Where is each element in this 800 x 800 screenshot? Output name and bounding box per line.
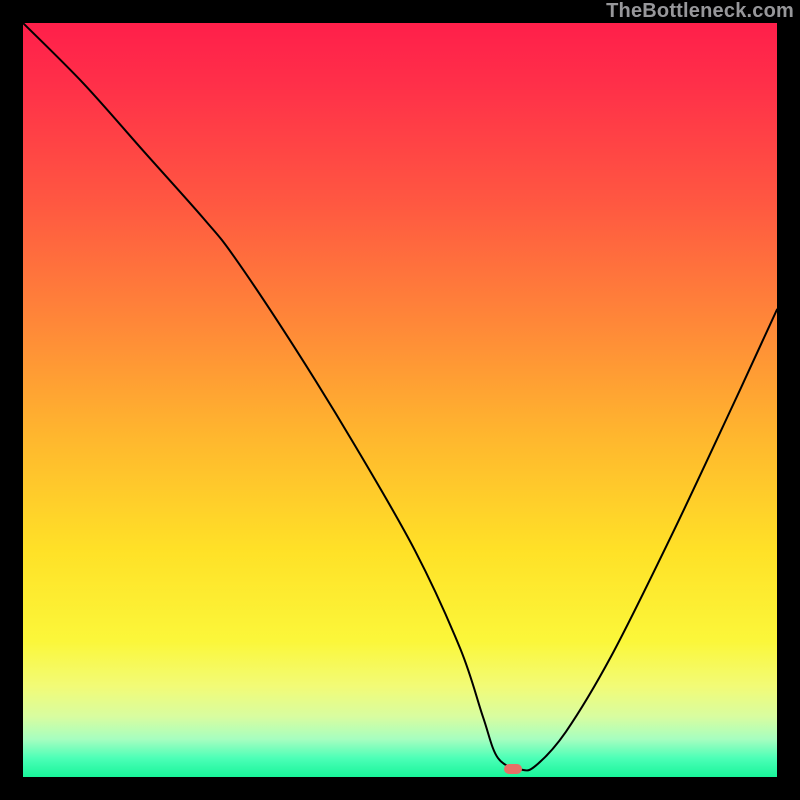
watermark-text: TheBottleneck.com bbox=[606, 0, 794, 23]
optimum-marker bbox=[504, 764, 522, 774]
plot-area bbox=[23, 23, 777, 777]
gradient-background bbox=[23, 23, 777, 777]
chart-stage: TheBottleneck.com bbox=[0, 0, 800, 800]
